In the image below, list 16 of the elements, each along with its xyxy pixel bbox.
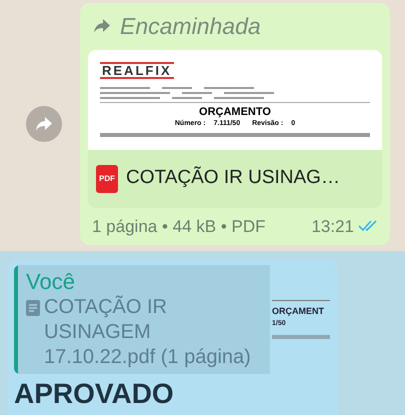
document-title: ORÇAMENTO — [199, 106, 271, 118]
message-time: 13:21 — [311, 216, 354, 238]
quote-author: Você — [26, 269, 76, 295]
thumbnail-title: ORÇAMENT — [272, 305, 325, 318]
pdf-icon: PDF — [96, 164, 118, 192]
forwarded-label: Encaminhada — [120, 12, 261, 41]
forward-icon — [92, 18, 112, 34]
forward-button[interactable] — [26, 106, 62, 142]
file-bar[interactable]: PDF COTAÇÃO IR USINAG… — [88, 150, 382, 208]
document-icon — [26, 300, 40, 316]
document-logo: REALFIX — [100, 62, 174, 78]
forward-icon — [35, 116, 53, 132]
file-meta: 1 página • 44 kB • PDF — [92, 216, 266, 238]
message-text: APROVADO — [14, 380, 175, 408]
file-name: COTAÇÃO IR USINAG… — [126, 165, 340, 190]
quote-text: COTAÇÃO IR USINAGEM 17.10.22.pdf (1 página) — [44, 295, 252, 370]
